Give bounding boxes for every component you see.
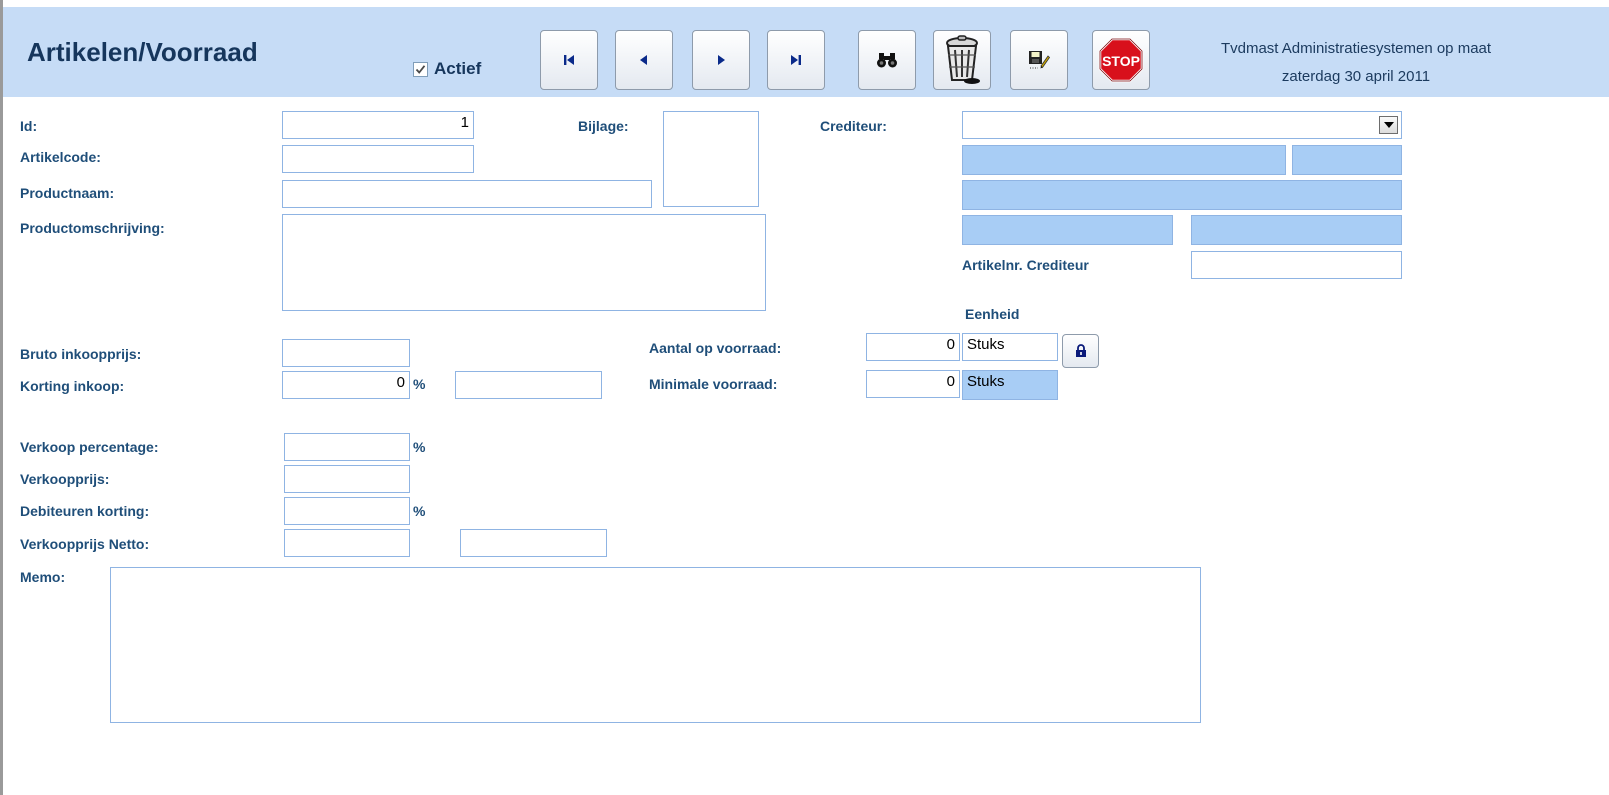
productomschrijving-field[interactable] — [282, 214, 766, 311]
artikelnr-crediteur-field[interactable] — [1191, 251, 1402, 279]
chevron-down-icon — [1383, 122, 1394, 128]
stop-sign-icon: STOP — [1098, 37, 1144, 83]
memo-label: Memo: — [20, 569, 66, 585]
delete-button[interactable] — [933, 30, 991, 90]
minimale-eenheid-field: Stuks — [962, 370, 1058, 400]
company-info: Tvdmast Administratiesystemen op maat za… — [1166, 35, 1546, 91]
search-button[interactable] — [858, 30, 916, 90]
last-record-button[interactable] — [767, 30, 825, 90]
previous-record-icon — [640, 55, 647, 65]
actief-checkbox[interactable] — [413, 61, 428, 77]
eenheid-label: Eenheid — [965, 306, 1020, 322]
productnaam-label: Productnaam: — [20, 185, 115, 201]
verkoop-percentage-field[interactable] — [284, 433, 410, 461]
bijlage-box[interactable] — [663, 111, 759, 207]
aantal-eenheid-field[interactable]: Stuks — [962, 333, 1058, 361]
bijlage-label: Bijlage: — [578, 118, 629, 134]
artikelnr-crediteur-label: Artikelnr. Crediteur — [962, 257, 1089, 273]
stop-text: STOP — [1102, 53, 1140, 69]
productnaam-field[interactable] — [282, 180, 652, 208]
crediteur-info-field-5 — [1191, 215, 1402, 245]
stop-button[interactable]: STOP — [1092, 30, 1150, 90]
dropdown-arrow-button[interactable] — [1379, 116, 1398, 134]
artikelcode-field[interactable] — [282, 145, 474, 173]
debiteuren-korting-label: Debiteuren korting: — [20, 503, 150, 519]
lock-button[interactable] — [1062, 334, 1099, 368]
debiteuren-korting-percent: % — [413, 503, 426, 519]
aantal-op-voorraad-label: Aantal op voorraad: — [649, 340, 782, 356]
crediteur-info-field-2 — [1292, 145, 1402, 175]
id-field[interactable]: 1 — [282, 111, 474, 139]
verkoopprijs-field[interactable] — [284, 465, 410, 493]
binoculars-icon — [877, 53, 897, 68]
productomschrijving-label: Productomschrijving: — [20, 220, 165, 236]
bruto-inkoopprijs-field[interactable] — [282, 339, 410, 367]
verkoopprijs-netto-field[interactable] — [284, 529, 410, 557]
save-button[interactable] — [1010, 30, 1068, 90]
company-name: Tvdmast Administratiesystemen op maat — [1220, 40, 1492, 57]
crediteur-info-field-3 — [962, 180, 1402, 210]
actief-label: Actief — [434, 59, 482, 78]
next-record-button[interactable] — [692, 30, 750, 90]
save-icon — [1029, 51, 1050, 69]
lock-icon — [1075, 344, 1086, 357]
first-record-icon — [564, 55, 574, 65]
korting-inkoop-field[interactable]: 0 — [282, 371, 410, 399]
korting-inkoop-amount-field[interactable] — [455, 371, 602, 399]
verkoopprijs-label: Verkoopprijs: — [20, 471, 110, 487]
aantal-op-voorraad-field[interactable]: 0 — [866, 333, 960, 361]
id-label: Id: — [20, 118, 38, 134]
crediteur-label: Crediteur: — [820, 118, 887, 134]
crediteur-dropdown[interactable] — [962, 111, 1402, 139]
header-bar: Artikelen/Voorraad Actief STOP Tvdmast A… — [3, 7, 1609, 97]
crediteur-info-field-1 — [962, 145, 1286, 175]
verkoop-percentage-percent: % — [413, 439, 426, 455]
debiteuren-korting-field[interactable] — [284, 497, 410, 525]
verkoopprijs-netto-label: Verkoopprijs Netto: — [20, 536, 150, 552]
page-title: Artikelen/Voorraad — [27, 37, 258, 67]
verkoop-percentage-label: Verkoop percentage: — [20, 439, 159, 455]
actief-checkbox-group[interactable]: Actief — [413, 59, 481, 79]
current-date: zaterdag 30 april 2011 — [1281, 68, 1431, 85]
last-record-icon — [791, 55, 801, 65]
first-record-button[interactable] — [540, 30, 598, 90]
trash-can-icon — [946, 35, 980, 84]
left-window-edge — [0, 0, 3, 795]
memo-field[interactable] — [110, 567, 1201, 723]
korting-inkoop-percent: % — [413, 376, 426, 392]
minimale-voorraad-label: Minimale voorraad: — [649, 376, 778, 392]
bruto-inkoopprijs-label: Bruto inkoopprijs: — [20, 346, 142, 362]
artikelcode-label: Artikelcode: — [20, 149, 101, 165]
previous-record-button[interactable] — [615, 30, 673, 90]
korting-inkoop-label: Korting inkoop: — [20, 378, 125, 394]
next-record-icon — [718, 55, 725, 65]
verkoopprijs-netto-extra-field[interactable] — [460, 529, 607, 557]
crediteur-info-field-4 — [962, 215, 1173, 245]
checkmark-icon — [415, 64, 426, 74]
minimale-voorraad-field[interactable]: 0 — [866, 370, 960, 398]
